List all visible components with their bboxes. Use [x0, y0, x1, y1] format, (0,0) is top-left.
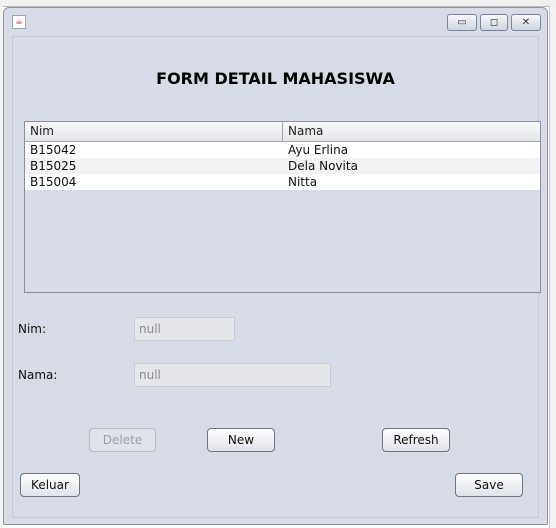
maximize-icon: ◻	[489, 17, 499, 28]
table-header: Nim Nama	[25, 122, 540, 142]
title-bar[interactable]: ☕ ▭ ◻ ✕	[4, 8, 547, 34]
app-window: ☕ ▭ ◻ ✕ FORM DETAIL MAHASISWA Nim Nama B…	[3, 7, 548, 525]
close-button[interactable]: ✕	[511, 14, 541, 31]
minimize-icon: ▭	[457, 17, 467, 28]
table-row[interactable]: B15042 Ayu Erlina	[25, 142, 540, 158]
nim-label: Nim:	[18, 322, 47, 336]
cell-nim: B15042	[30, 143, 77, 157]
mahasiswa-table[interactable]: Nim Nama B15042 Ayu Erlina B15025 Dela N…	[24, 121, 541, 293]
cell-nim: B15004	[30, 175, 77, 189]
delete-button[interactable]: Delete	[89, 428, 156, 452]
cell-nama: Nitta	[288, 175, 318, 189]
background-editor-tabs	[0, 0, 556, 7]
table-row[interactable]: B15025 Dela Novita	[25, 158, 540, 174]
background-right-edge	[549, 6, 556, 528]
save-button[interactable]: Save	[455, 473, 523, 497]
form-title: FORM DETAIL MAHASISWA	[156, 69, 395, 88]
cell-nim: B15025	[30, 159, 77, 173]
column-header-nim[interactable]: Nim	[25, 122, 283, 141]
table-row[interactable]: B15004 Nitta	[25, 174, 540, 190]
maximize-button[interactable]: ◻	[480, 14, 508, 31]
column-header-nama[interactable]: Nama	[283, 122, 540, 141]
java-cup-icon[interactable]: ☕	[12, 15, 26, 29]
nim-field[interactable]: null	[134, 317, 235, 341]
close-icon: ✕	[521, 17, 531, 28]
nama-field[interactable]: null	[134, 363, 331, 387]
minimize-button[interactable]: ▭	[447, 14, 477, 31]
table-body: B15042 Ayu Erlina B15025 Dela Novita B15…	[25, 142, 540, 190]
new-button[interactable]: New	[207, 428, 275, 452]
cell-nama: Ayu Erlina	[288, 143, 349, 157]
refresh-button[interactable]: Refresh	[382, 428, 450, 452]
form-panel: FORM DETAIL MAHASISWA Nim Nama B15042 Ay…	[12, 36, 541, 518]
nama-label: Nama:	[18, 368, 58, 382]
cell-nama: Dela Novita	[288, 159, 358, 173]
keluar-button[interactable]: Keluar	[20, 473, 80, 497]
